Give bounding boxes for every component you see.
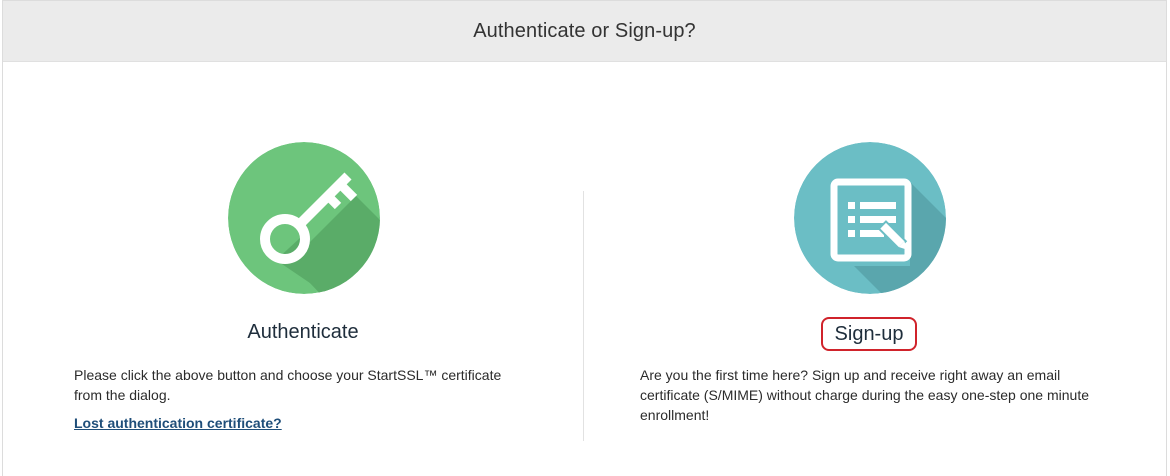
signup-button[interactable] — [794, 142, 946, 294]
authenticate-heading: Authenticate — [247, 321, 359, 343]
signup-description: Are you the first time here? Sign up and… — [640, 367, 1089, 423]
key-icon — [228, 142, 380, 294]
column-divider — [583, 191, 584, 441]
form-edit-icon — [794, 142, 946, 294]
panel-header: Authenticate or Sign-up? — [3, 1, 1166, 62]
panel-title: Authenticate or Sign-up? — [473, 19, 696, 42]
auth-signup-panel: Authenticate or Sign-up? Authenticate Pl… — [2, 0, 1167, 476]
authenticate-button[interactable] — [228, 142, 380, 294]
signup-heading: Sign-up — [821, 317, 917, 351]
lost-certificate-link[interactable]: Lost authentication certificate? — [74, 415, 282, 431]
authenticate-description: Please click the above button and choose… — [74, 367, 502, 403]
